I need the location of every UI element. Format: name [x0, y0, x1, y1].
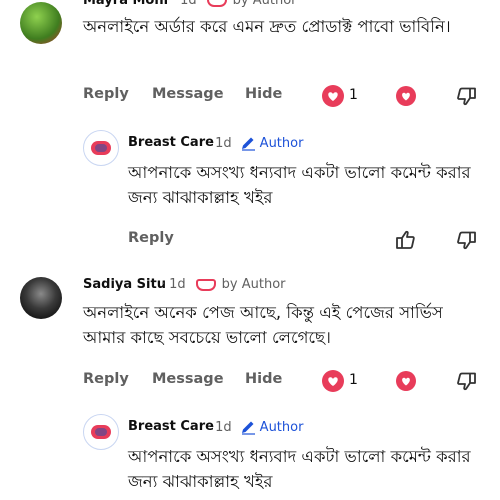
comment-time: 1d — [180, 0, 197, 8]
meta-separator: · — [207, 135, 212, 151]
reply-button[interactable]: Reply — [128, 230, 174, 246]
like-count: 1 — [349, 87, 358, 103]
brand-logo-icon — [91, 141, 111, 155]
heart-react-icon[interactable] — [321, 369, 345, 393]
meta-separator: · — [172, 0, 177, 8]
hide-button[interactable]: Hide — [245, 371, 282, 387]
reply-button[interactable]: Reply — [83, 371, 129, 387]
page-avatar[interactable] — [83, 130, 119, 166]
reply-time: 1d — [215, 135, 232, 151]
pencil-icon — [241, 137, 255, 151]
heart-badge-icon — [206, 0, 227, 7]
love-button-icon[interactable] — [394, 369, 418, 393]
comment-meta: · 1d by Author — [172, 0, 297, 8]
reply-author-name[interactable]: Breast Care — [128, 419, 214, 434]
commenter-avatar[interactable] — [20, 2, 62, 44]
reply-meta: · 1d Author — [207, 135, 303, 151]
page-avatar[interactable] — [83, 414, 119, 450]
thumbs-down-icon[interactable] — [455, 228, 479, 252]
heart-react-icon[interactable] — [321, 84, 345, 108]
author-badge: Author — [259, 135, 304, 151]
commenter-name[interactable]: Sadiya Situ — [83, 277, 166, 292]
commenter-name[interactable]: Mayra Moni — [83, 0, 168, 8]
pencil-icon — [241, 421, 255, 435]
message-button[interactable]: Message — [152, 86, 224, 102]
comment-text: অনলাইনে অনেক পেজ আছে, কিন্তু এই পেজের সা… — [83, 303, 443, 347]
reply-text: আপনাকে অসংখ্য ধন্যবাদ একটা ভালো কমেন্ট ক… — [128, 447, 471, 491]
commenter-avatar[interactable] — [20, 277, 62, 319]
heart-badge-icon — [195, 278, 216, 291]
thumbs-down-icon[interactable] — [455, 84, 479, 108]
brand-logo-icon — [91, 425, 111, 439]
reply-time: 1d — [215, 419, 232, 435]
meta-separator: · — [161, 277, 166, 292]
comment-text: অনলাইনে অর্ডার করে এমন দ্রুত প্রোডাক্ট প… — [83, 17, 451, 36]
author-badge: Author — [259, 419, 304, 435]
like-count: 1 — [349, 372, 358, 388]
comment-time: 1d — [169, 277, 186, 292]
hide-button[interactable]: Hide — [245, 86, 282, 102]
reply-author-name[interactable]: Breast Care — [128, 135, 214, 150]
love-button-icon[interactable] — [394, 84, 418, 108]
thumbs-down-icon[interactable] — [455, 369, 479, 393]
reply-text: আপনাকে অসংখ্য ধন্যবাদ একটা ভালো কমেন্ট ক… — [128, 163, 471, 207]
comment-meta: · 1d by Author — [161, 277, 286, 292]
thumbs-up-icon[interactable] — [394, 228, 418, 252]
meta-separator: · — [207, 419, 212, 435]
reply-meta: · 1d Author — [207, 419, 303, 435]
reply-button[interactable]: Reply — [83, 86, 129, 102]
message-button[interactable]: Message — [152, 371, 224, 387]
by-author-badge: by Author — [221, 277, 286, 292]
by-author-badge: by Author — [232, 0, 297, 8]
